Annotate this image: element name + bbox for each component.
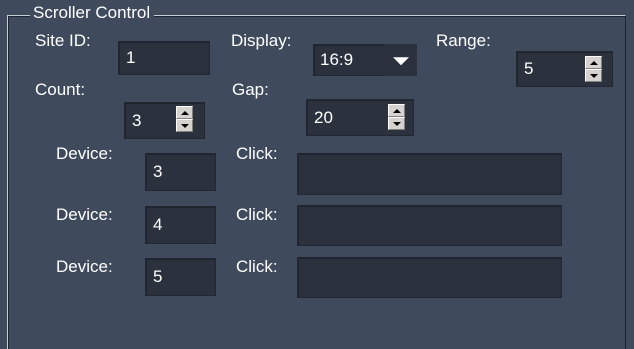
count-label: Count: [35,80,86,99]
device-field[interactable]: 3 [145,153,216,191]
gap-label: Gap: [232,80,269,99]
click-label: Click: [236,257,278,276]
gap-down-arrow-icon[interactable] [388,117,405,130]
device-field[interactable]: 5 [145,258,216,296]
range-spin-buttons[interactable] [585,56,602,82]
range-down-arrow-icon[interactable] [585,69,602,82]
count-up-arrow-icon[interactable] [176,106,193,119]
click-field[interactable] [297,153,562,195]
click-label: Click: [236,205,278,224]
site-id-label: Site ID: [35,31,91,50]
scroller-control-panel: Scroller Control Site ID: 1 Display: 16:… [0,0,634,349]
range-up-arrow-icon[interactable] [585,56,602,69]
range-label: Range: [436,31,491,50]
chevron-down-icon[interactable] [384,44,417,76]
click-field[interactable] [297,205,562,246]
gap-up-arrow-icon[interactable] [388,104,405,117]
click-label: Click: [236,144,278,163]
device-field[interactable]: 4 [145,206,216,244]
device-label: Device: [56,205,113,224]
count-spin-buttons[interactable] [176,106,193,132]
group-title: Scroller Control [30,3,155,23]
gap-spin-buttons[interactable] [388,104,405,130]
click-field[interactable] [297,257,562,298]
display-label: Display: [231,31,292,50]
site-id-input[interactable]: 1 [118,41,210,75]
device-label: Device: [56,257,113,276]
count-down-arrow-icon[interactable] [176,119,193,132]
device-label: Device: [56,144,113,163]
